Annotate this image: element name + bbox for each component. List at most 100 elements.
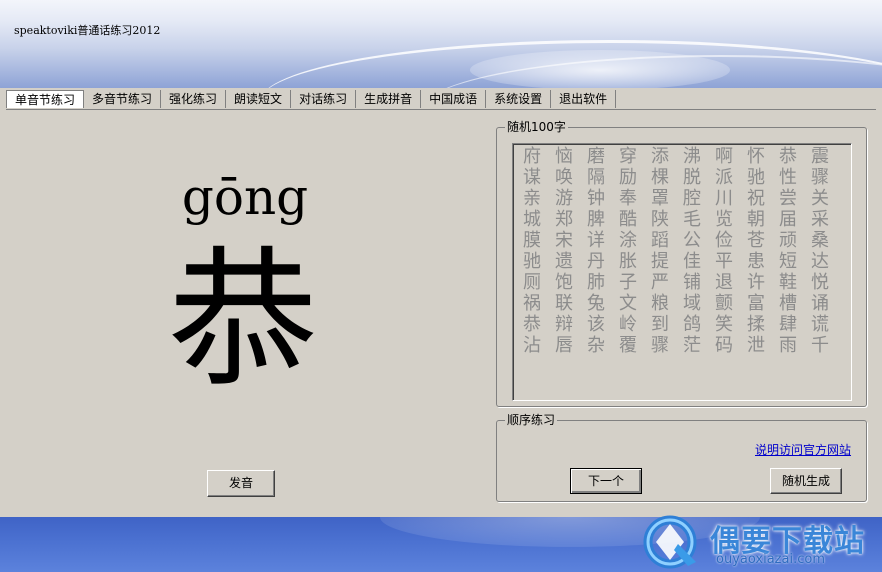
grid-character: 罩	[651, 188, 669, 209]
grid-character: 佳	[683, 251, 701, 272]
grid-character: 恼	[555, 146, 573, 167]
grid-character: 届	[779, 209, 797, 230]
grid-character: 骤	[651, 335, 669, 356]
grid-character: 棵	[651, 167, 669, 188]
grid-character: 肆	[779, 314, 797, 335]
character-list-box: 府恼磨穿添沸啊怀恭震谋唤隔励棵脱派驰性骤亲游钟奉罩腔川祝尝关城郑脾酷陕毛览朝届采…	[512, 143, 852, 401]
grid-character: 铺	[683, 272, 701, 293]
grid-character: 泄	[747, 335, 765, 356]
grid-character: 谋	[523, 167, 541, 188]
tab-idioms[interactable]: 中国成语	[421, 90, 487, 108]
grid-character: 槽	[779, 293, 797, 314]
grid-character: 唇	[555, 335, 573, 356]
character-grid: 府恼磨穿添沸啊怀恭震谋唤隔励棵脱派驰性骤亲游钟奉罩腔川祝尝关城郑脾酷陕毛览朝届采…	[516, 146, 836, 356]
grid-character: 患	[747, 251, 765, 272]
official-site-link[interactable]: 说明访问官方网站	[755, 441, 851, 458]
random-group-title: 随机100字	[505, 120, 568, 134]
grid-character: 关	[811, 188, 829, 209]
tab-settings[interactable]: 系统设置	[486, 90, 552, 108]
grid-character: 覆	[619, 335, 637, 356]
grid-character: 富	[747, 293, 765, 314]
sequence-practice-group: 顺序练习 说明访问官方网站 下一个 随机生成	[496, 413, 867, 502]
grid-character: 子	[619, 272, 637, 293]
grid-character: 府	[523, 146, 541, 167]
grid-character: 驰	[523, 251, 541, 272]
watermark-url: ouyaoxiazai.com	[716, 552, 825, 567]
grid-character: 遗	[555, 251, 573, 272]
header-banner: speaktoviki普通话练习2012	[0, 0, 882, 88]
random-generate-button[interactable]: 随机生成	[770, 468, 842, 494]
tab-generate-pinyin[interactable]: 生成拼音	[356, 90, 422, 108]
grid-character: 朝	[747, 209, 765, 230]
grid-character: 杂	[587, 335, 605, 356]
grid-character: 祸	[523, 293, 541, 314]
grid-character: 千	[811, 335, 829, 356]
grid-character: 厕	[523, 272, 541, 293]
grid-character: 览	[715, 209, 733, 230]
tab-dialogue[interactable]: 对话练习	[291, 90, 357, 108]
grid-character: 饱	[555, 272, 573, 293]
grid-character: 钟	[587, 188, 605, 209]
tab-exit[interactable]: 退出软件	[551, 90, 617, 108]
grid-character: 茫	[683, 335, 701, 356]
grid-character: 公	[683, 230, 701, 251]
grid-character: 川	[715, 188, 733, 209]
pronounce-button[interactable]: 发音	[207, 470, 275, 497]
grid-character: 丹	[587, 251, 605, 272]
random-100-group: 随机100字 府恼磨穿添沸啊怀恭震谋唤隔励棵脱派驰性骤亲游钟奉罩腔川祝尝关城郑脾…	[496, 120, 867, 407]
grid-character: 恭	[523, 314, 541, 335]
grid-character: 域	[683, 293, 701, 314]
grid-character: 粮	[651, 293, 669, 314]
grid-character: 郑	[555, 209, 573, 230]
grid-character: 奉	[619, 188, 637, 209]
grid-character: 悦	[811, 272, 829, 293]
grid-character: 肺	[587, 272, 605, 293]
grid-character: 苍	[747, 230, 765, 251]
grid-character: 唤	[555, 167, 573, 188]
grid-character: 酷	[619, 209, 637, 230]
grid-character: 膜	[523, 230, 541, 251]
grid-character: 达	[811, 251, 829, 272]
grid-character: 俭	[715, 230, 733, 251]
tab-multi-syllable[interactable]: 多音节练习	[84, 90, 162, 108]
grid-character: 桑	[811, 230, 829, 251]
grid-character: 岭	[619, 314, 637, 335]
grid-character: 兔	[587, 293, 605, 314]
grid-character: 采	[811, 209, 829, 230]
grid-character: 码	[715, 335, 733, 356]
tab-single-syllable[interactable]: 单音节练习	[6, 90, 85, 108]
grid-character: 严	[651, 272, 669, 293]
grid-character: 派	[715, 167, 733, 188]
grid-character: 恭	[779, 146, 797, 167]
grid-character: 啊	[715, 146, 733, 167]
grid-character: 隔	[587, 167, 605, 188]
grid-character: 鸽	[683, 314, 701, 335]
grid-character: 辩	[555, 314, 573, 335]
grid-character: 鞋	[779, 272, 797, 293]
grid-character: 联	[555, 293, 573, 314]
grid-character: 亲	[523, 188, 541, 209]
grid-character: 磨	[587, 146, 605, 167]
grid-character: 腔	[683, 188, 701, 209]
next-button[interactable]: 下一个	[570, 468, 642, 494]
grid-character: 骤	[811, 167, 829, 188]
grid-character: 文	[619, 293, 637, 314]
grid-character: 脱	[683, 167, 701, 188]
tab-intensive[interactable]: 强化练习	[161, 90, 227, 108]
character-display: 恭	[167, 234, 318, 408]
pinyin-display: gōng	[181, 168, 309, 226]
grid-character: 详	[587, 230, 605, 251]
grid-character: 该	[587, 314, 605, 335]
grid-character: 震	[811, 146, 829, 167]
tab-read-passage[interactable]: 朗读短文	[226, 90, 292, 108]
sequence-group-title: 顺序练习	[505, 413, 558, 427]
grid-character: 陕	[651, 209, 669, 230]
grid-character: 尝	[779, 188, 797, 209]
grid-character: 沾	[523, 335, 541, 356]
tab-divider	[6, 109, 876, 110]
grid-character: 沸	[683, 146, 701, 167]
grid-character: 宋	[555, 230, 573, 251]
grid-character: 退	[715, 272, 733, 293]
window-title: speaktoviki普通话练习2012	[14, 24, 161, 37]
grid-character: 笑	[715, 314, 733, 335]
